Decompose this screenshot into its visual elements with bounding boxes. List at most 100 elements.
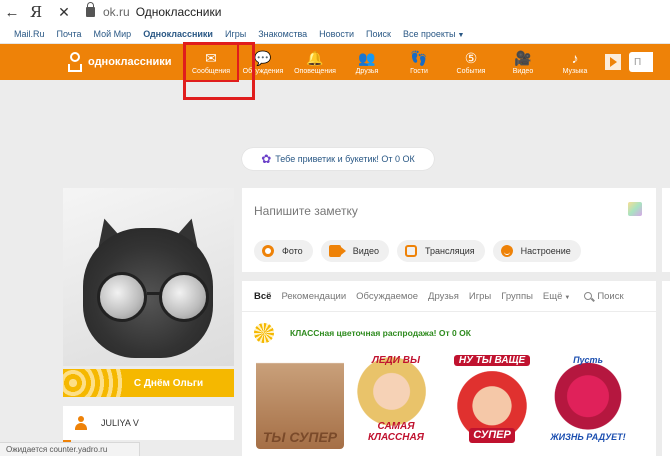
feed-search[interactable]: Поиск: [584, 290, 624, 302]
browser-status-bar: Ожидается counter.yadro.ru: [0, 442, 140, 456]
video-icon: [328, 245, 346, 257]
mood-button[interactable]: Настроение: [492, 240, 581, 262]
tab-groups[interactable]: Группы: [501, 291, 533, 302]
sunglass-right: [159, 272, 209, 322]
video-label: Видео: [352, 246, 379, 256]
toolbar-label: Гости: [410, 67, 428, 75]
stream-button[interactable]: Трансляция: [396, 240, 485, 262]
portal-link-my-world[interactable]: Мой Мир: [94, 29, 132, 39]
toolbar-label: Оповещения: [294, 67, 336, 75]
tab-games[interactable]: Игры: [469, 291, 491, 302]
portal-link-search[interactable]: Поиск: [366, 29, 391, 39]
photo-label: Фото: [282, 246, 303, 256]
post-title[interactable]: КЛАССная цветочная распродажа! От 0 ОК: [290, 328, 471, 338]
toolbar-label: Сообщения: [192, 67, 230, 75]
search-icon: [584, 292, 593, 300]
gift-notice[interactable]: ✿ Тебе приветик и букетик! От 0 ОК: [242, 148, 434, 170]
flower-icon: ✿: [261, 152, 272, 166]
toolbar-item-messages[interactable]: ✉ Сообщения: [183, 42, 255, 100]
toolbar-label: Друзья: [355, 67, 379, 75]
note-composer: Напишите заметку Фото Видео Трансляция Н…: [242, 188, 656, 272]
all-projects-label: Все проекты: [402, 28, 456, 39]
flowers-decoration: [63, 369, 123, 397]
sticker-top-caption: ЛЕДИ ВЫ: [372, 355, 420, 366]
search-input[interactable]: П: [629, 52, 653, 72]
yandex-logo-icon[interactable]: Я: [24, 3, 48, 21]
friends-icon: 👥: [358, 49, 376, 66]
stream-icon: [404, 245, 417, 257]
footprints-icon: 👣: [410, 49, 428, 66]
note-actions: Фото Видео Трансляция Настроение: [254, 240, 589, 262]
notice-text: Тебе приветик и букетик! От 0 ОК: [275, 154, 415, 164]
holiday-banner[interactable]: С Днём Ольги: [63, 369, 234, 397]
toolbar-item-guests[interactable]: 👣 Гости: [393, 44, 445, 80]
sticker-card[interactable]: НУ ТЫ ВАЩЕ СУПЕР: [448, 353, 536, 449]
portal-link-mailru[interactable]: Mail.Ru: [14, 29, 45, 39]
sunglass-left: [97, 272, 147, 322]
sticker-card[interactable]: ЛЕДИ ВЫ САМАЯ КЛАССНАЯ: [352, 353, 440, 449]
toolbar-label: События: [456, 67, 486, 75]
portal-links-bar: Mail.Ru Почта Мой Мир Одноклассники Игры…: [0, 24, 670, 44]
tab-all[interactable]: Всё: [254, 291, 271, 302]
portal-link-all-projects[interactable]: Все проекты ▼: [403, 29, 464, 39]
news-feed: Всё Рекомендации Обсуждаемое Друзья Игры…: [242, 281, 656, 456]
sticker-top-caption: Пусть: [573, 355, 603, 365]
tab-friends[interactable]: Друзья: [428, 291, 459, 302]
feed-search-label: Поиск: [597, 290, 624, 302]
portal-link-mail[interactable]: Почта: [57, 29, 82, 39]
portal-link-odnoklassniki[interactable]: Одноклассники: [143, 29, 213, 39]
tab-more-label: Ещё: [542, 290, 563, 302]
stream-label: Трансляция: [424, 246, 475, 256]
sticker-top-caption: НУ ТЫ ВАЩЕ: [454, 355, 530, 366]
feed-tabs: Всё Рекомендации Обсуждаемое Друзья Игры…: [242, 281, 656, 312]
sticker-caption: САМАЯ КЛАССНАЯ: [368, 421, 424, 443]
sticker-caption: СУПЕР: [469, 428, 515, 443]
sticker-row: ТЫ СУПЕР ЛЕДИ ВЫ САМАЯ КЛАССНАЯ НУ ТЫ ВА…: [256, 353, 640, 449]
back-arrow-icon[interactable]: ←: [0, 4, 24, 21]
play-icon[interactable]: [605, 54, 621, 70]
envelope-icon: ✉: [205, 49, 217, 66]
photo-button[interactable]: Фото: [254, 240, 313, 262]
portal-link-dating[interactable]: Знакомства: [258, 29, 307, 39]
right-column-card: [662, 281, 670, 456]
bell-icon: 🔔: [306, 49, 324, 66]
tab-recommendations[interactable]: Рекомендации: [281, 291, 346, 302]
ok-logo[interactable]: одноклассники: [0, 52, 185, 72]
note-input[interactable]: Напишите заметку: [254, 204, 358, 218]
sticker-caption: ТЫ СУПЕР: [262, 429, 338, 445]
camera-icon: [262, 245, 274, 257]
url-host: ok.ru: [103, 5, 130, 19]
chevron-down-icon: ▼: [457, 31, 465, 39]
address-bar[interactable]: ok.ru Одноклассники: [86, 2, 221, 19]
sticker-card[interactable]: ТЫ СУПЕР: [256, 353, 344, 449]
toolbar-item-events[interactable]: ⑤ События: [445, 44, 497, 80]
smiley-icon: [500, 245, 513, 257]
toolbar-item-music[interactable]: ♪ Музыка: [549, 44, 601, 80]
events-icon: ⑤: [464, 49, 478, 66]
tab-discussed[interactable]: Обсуждаемое: [356, 291, 418, 302]
profile-name-card[interactable]: JULIYA V: [63, 406, 234, 440]
lock-icon: [86, 2, 95, 17]
ok-logo-icon: [68, 52, 82, 72]
toolbar-item-video[interactable]: 🎥 Видео: [497, 44, 549, 80]
toolbar-item-notifications[interactable]: 🔔 Оповещения: [289, 44, 341, 80]
close-icon[interactable]: ✕: [52, 4, 76, 21]
sticker-caption: ЖИЗНЬ РАДУЕТ!: [550, 432, 626, 442]
chevron-down-icon: ▼: [564, 294, 571, 301]
portal-link-news[interactable]: Новости: [319, 29, 354, 39]
sticker-card[interactable]: Пусть ЖИЗНЬ РАДУЕТ!: [544, 353, 632, 449]
right-column-card: [662, 188, 670, 272]
user-name: JULIYA V: [101, 418, 139, 428]
colorful-square-icon[interactable]: [628, 202, 642, 216]
holiday-banner-text: С Днём Ольги: [133, 377, 204, 389]
avatar[interactable]: [63, 188, 234, 366]
chat-icon: 💬: [254, 49, 272, 66]
tab-more[interactable]: Ещё ▼: [543, 291, 570, 302]
post-header: КЛАССная цветочная распродажа! От 0 ОК: [254, 323, 471, 343]
portal-link-games[interactable]: Игры: [225, 29, 246, 39]
main-toolbar: одноклассники ✉ Сообщения 💬 Обсуждения 🔔…: [0, 42, 670, 100]
video-button[interactable]: Видео: [320, 240, 389, 262]
toolbar-item-friends[interactable]: 👥 Друзья: [341, 44, 393, 80]
browser-toolbar: ← Я ✕ ok.ru Одноклассники: [0, 0, 670, 24]
daisy-logo-icon[interactable]: [254, 323, 274, 343]
